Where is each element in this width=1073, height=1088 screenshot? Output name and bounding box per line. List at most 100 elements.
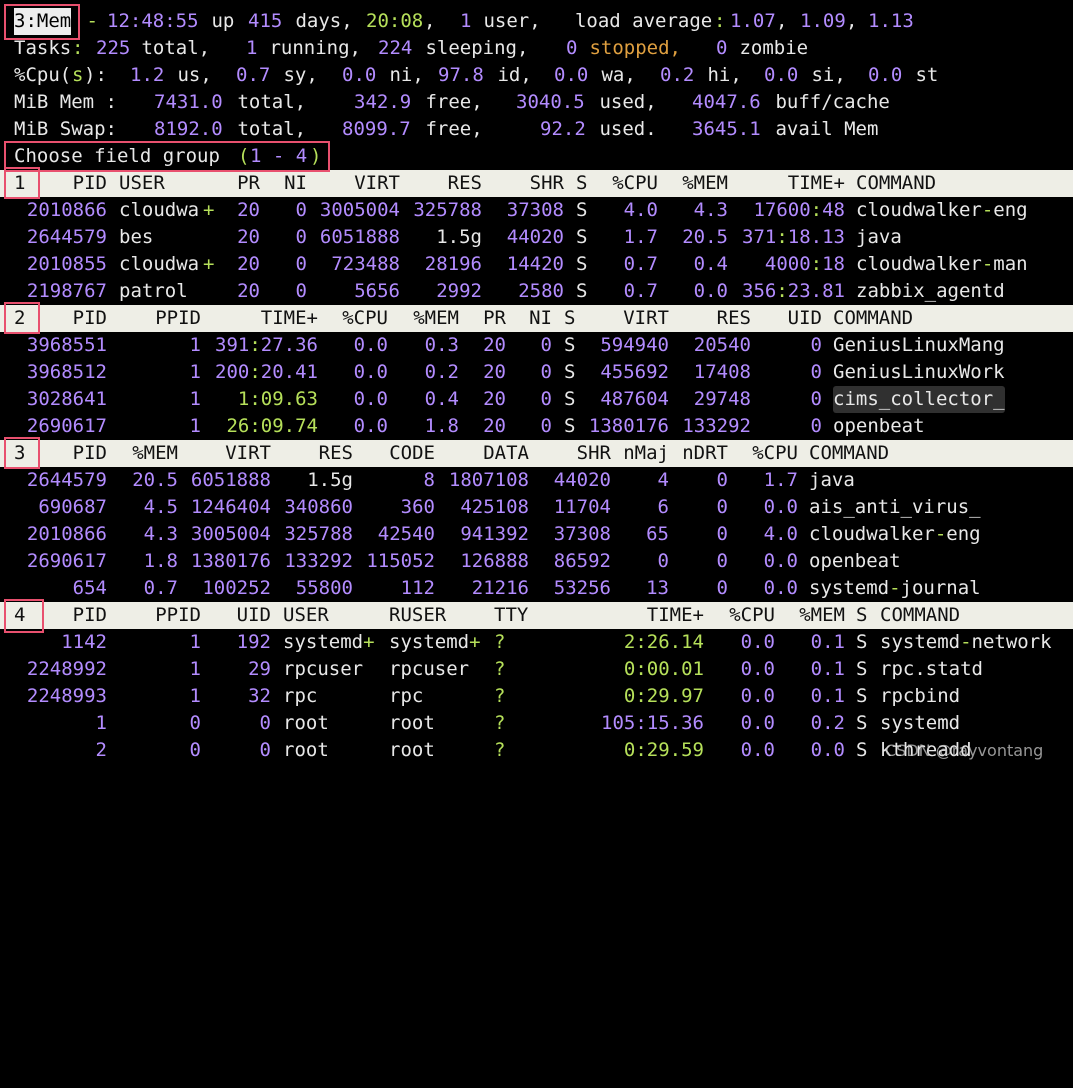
shr: 11704 (553, 496, 611, 518)
time: 356:23.81 (742, 278, 845, 305)
command-name: cloudwalker (856, 199, 982, 221)
command-dash: - (981, 253, 994, 275)
data: 941392 (460, 523, 529, 545)
truncation-plus: + (203, 199, 215, 221)
prompt-range: 1 - 4 (250, 145, 308, 167)
col-cpu: %CPU (612, 172, 658, 194)
user: rpcuser (283, 656, 363, 683)
mem: 0.3 (424, 334, 459, 356)
time: 371:18.13 (742, 224, 845, 251)
pr: 20 (483, 388, 506, 410)
ndrt: 0 (716, 550, 728, 572)
time: 4000:18 (765, 251, 845, 278)
command: ais_anti_virus_ (809, 494, 981, 521)
pr: 20 (237, 199, 260, 221)
pr: 20 (483, 361, 506, 383)
cpu-ni: 0.0 (342, 64, 377, 86)
uptime-line: 3:Mem - 12:48:55 up 415 days, 20:08 , 1 … (0, 8, 1073, 35)
current-time: 12:48:55 (107, 10, 199, 32)
prompt-text: Choose field group (14, 145, 232, 167)
res: 325788 (413, 199, 482, 221)
ni: 0 (540, 361, 552, 383)
mem: 20.5 (132, 469, 178, 491)
ppid: 0 (189, 712, 201, 734)
ppid: 1 (189, 658, 201, 680)
state: S (856, 658, 868, 680)
load-1: 1.07 (730, 10, 776, 32)
code: 112 (400, 577, 435, 599)
pid: 2644579 (26, 226, 107, 248)
mem: 0.2 (424, 361, 459, 383)
col-time: TIME+ (646, 604, 704, 626)
truncation-plus: + (363, 631, 375, 653)
cpu-id: 97.8 (438, 64, 484, 86)
command-selected[interactable]: cims_collector_ (833, 386, 1005, 413)
table-row: 2690617 1 26:09.74 0.0 1.8 20 0 S 138017… (0, 413, 1073, 440)
colon: : (72, 37, 84, 59)
uid: 192 (236, 631, 271, 653)
ppid: 1 (189, 631, 201, 653)
state: S (576, 226, 588, 248)
command-name: java (809, 469, 855, 491)
buff-word: buff/cache (764, 91, 890, 113)
cpu: 0.0 (763, 550, 798, 572)
command: openbeat (833, 415, 925, 437)
time-seconds: 09.63 (260, 388, 318, 410)
mem: 4.3 (693, 199, 728, 221)
col-ruser: RUSER (389, 604, 447, 626)
uid: 0 (259, 712, 271, 734)
state: S (856, 685, 868, 707)
ni: 0 (295, 226, 307, 248)
col-user: USER (119, 172, 165, 194)
tasks-sleeping: 224 (378, 37, 413, 59)
pid: 654 (72, 577, 107, 599)
cpu: 0.0 (353, 334, 388, 356)
col-s: S (856, 604, 868, 626)
user-name: systemd (283, 631, 364, 653)
pr: 20 (237, 253, 260, 275)
cpu: 1.7 (763, 469, 798, 491)
mem-line: MiB Mem : 7431.0 total, 342.9 free, 3040… (0, 89, 1073, 116)
tasks-zombie: 0 (716, 37, 728, 59)
pid: 2010855 (26, 253, 107, 275)
table-row: 2248993 1 32 rpc rpc ? 0:29.97 0.0 0.1 S… (0, 683, 1073, 710)
load-label: user, load average (472, 10, 713, 32)
shr: 37308 (553, 523, 611, 545)
mem: 1.8 (143, 550, 178, 572)
user: patrol (119, 280, 188, 302)
cpu: 0.7 (623, 253, 658, 275)
command-dash: - (889, 577, 901, 599)
cpu-label: %Cpu( (14, 64, 72, 86)
ppid: 1 (189, 361, 201, 383)
nmaj: 65 (646, 523, 669, 545)
group-number: 3 (14, 442, 26, 464)
col-res: RES (318, 442, 353, 464)
mem-label: MiB Mem : (14, 91, 117, 113)
command: systemd (880, 710, 960, 737)
command-name: systemd (880, 631, 961, 653)
cpu: 0.0 (740, 712, 775, 734)
res: 2992 (436, 280, 482, 302)
mem-total: 7431.0 (154, 91, 223, 113)
data: 1807108 (448, 469, 529, 491)
res: 340860 (284, 496, 353, 518)
terminal-window[interactable]: 3:Mem - 12:48:55 up 415 days, 20:08 , 1 … (0, 0, 1073, 770)
command-dash: - (934, 523, 947, 545)
virt: 487604 (600, 388, 669, 410)
cpu-sy: 0.7 (236, 64, 271, 86)
command-name: ais_anti_virus_ (809, 496, 981, 518)
pid: 2 (95, 739, 107, 761)
table-row: 2248992 1 29 rpcuser rpcuser ? 0:00.01 0… (0, 656, 1073, 683)
total-word: total, (226, 118, 307, 140)
res: 28196 (424, 253, 482, 275)
pid: 1142 (61, 631, 107, 653)
cpu: 0.0 (763, 496, 798, 518)
command-name: rpc.statd (880, 658, 983, 680)
res: 325788 (284, 523, 353, 545)
hi-word: hi, (696, 64, 742, 86)
table-row: 2644579 bes 20 0 6051888 1.5g 44020 S 1.… (0, 224, 1073, 251)
time-colon: : (249, 361, 261, 383)
swap-free: 8099.7 (342, 118, 411, 140)
col-virt: VIRT (354, 172, 400, 194)
field-group-prompt[interactable]: Choose field group ( 1 - 4 ) (0, 143, 1073, 170)
